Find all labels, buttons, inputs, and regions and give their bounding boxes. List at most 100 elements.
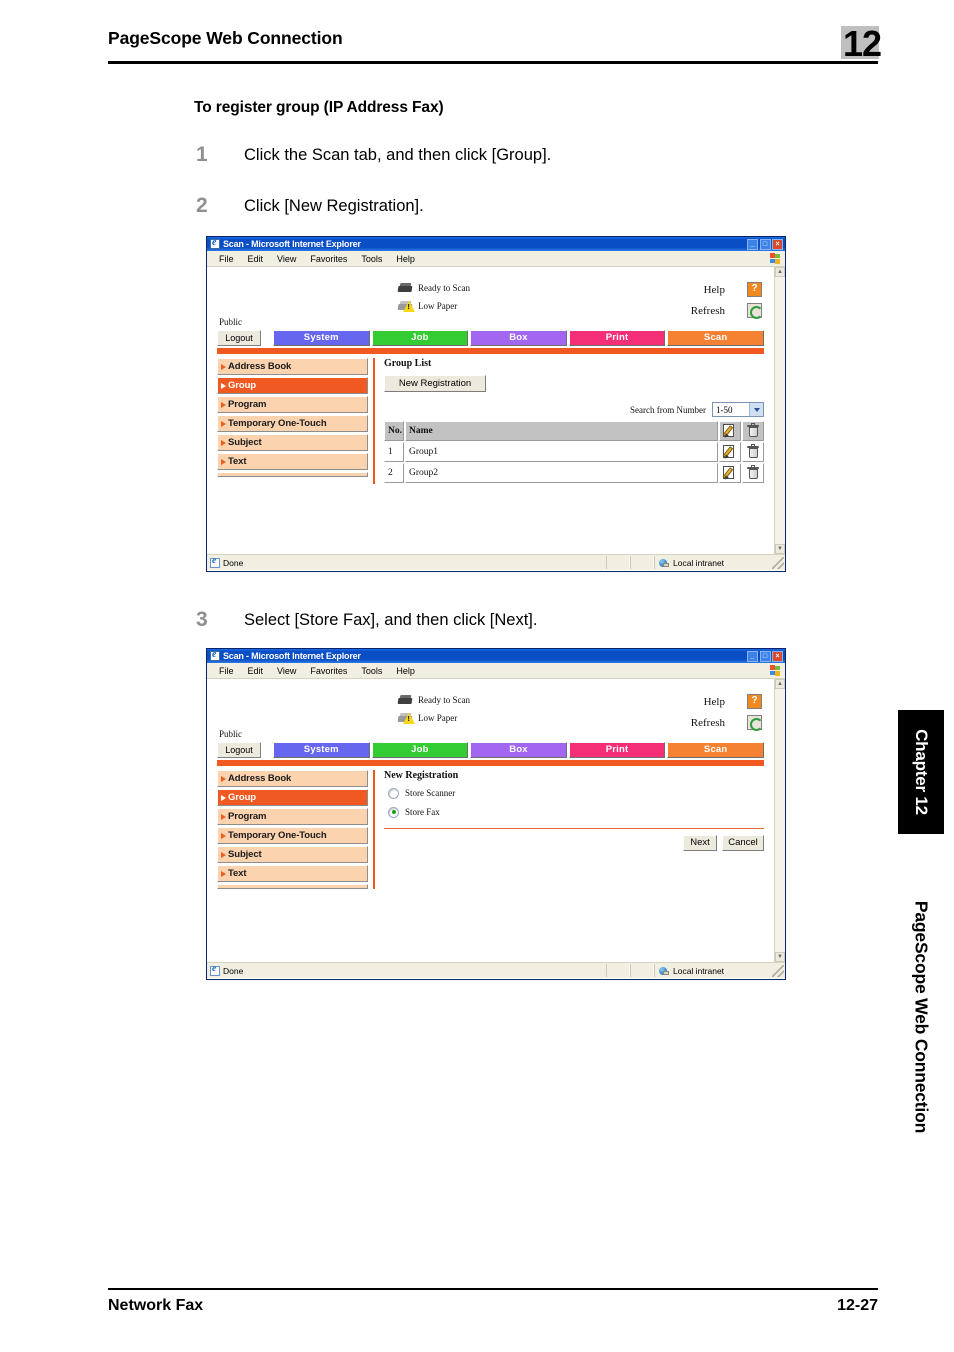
status-low-paper-label: Low Paper <box>418 713 458 723</box>
edit-pencil-icon <box>722 466 737 481</box>
security-zone: Local intranet <box>654 556 772 569</box>
menu-tools[interactable]: Tools <box>354 666 389 676</box>
menu-view[interactable]: View <box>270 254 303 264</box>
table-row[interactable]: 2 Group2 <box>384 463 764 483</box>
logout-button[interactable]: Logout <box>217 330 261 346</box>
sidebar-filler <box>217 884 368 889</box>
tab-bar: Logout System Job Box Print Scan <box>217 330 764 346</box>
tab-job[interactable]: Job <box>371 742 469 758</box>
sidebar-item-group[interactable]: Group <box>217 789 368 806</box>
sidebar-item-subject[interactable]: Subject <box>217 434 368 451</box>
vertical-scrollbar[interactable]: ▲ ▼ <box>774 679 785 962</box>
tab-job[interactable]: Job <box>371 330 469 346</box>
step-2-number: 2 <box>196 194 208 217</box>
scroll-down-arrow-icon[interactable]: ▼ <box>775 952 785 962</box>
menu-favorites[interactable]: Favorites <box>303 254 354 264</box>
device-status-block: Ready to Scan Low Paper <box>397 279 470 315</box>
menu-favorites[interactable]: Favorites <box>303 666 354 676</box>
help-label[interactable]: Help <box>704 284 725 296</box>
statusbar-pane <box>630 556 654 569</box>
refresh-icon[interactable] <box>747 715 763 731</box>
tab-box[interactable]: Box <box>470 742 567 758</box>
tab-system[interactable]: System <box>273 742 370 758</box>
row-delete-button[interactable] <box>742 463 764 483</box>
security-zone: Local intranet <box>654 964 772 977</box>
globe-icon <box>659 966 669 976</box>
resize-grip[interactable] <box>772 556 784 569</box>
delete-trash-icon <box>747 465 759 480</box>
refresh-icon[interactable] <box>747 303 763 319</box>
sidebar-nav: Address Book Group Program Temporary One… <box>217 358 375 484</box>
sidebar-item-label: Group <box>228 792 256 803</box>
menu-file[interactable]: File <box>212 254 241 264</box>
sidebar-item-address-book[interactable]: Address Book <box>217 358 368 375</box>
sidebar-item-text[interactable]: Text <box>217 453 368 470</box>
menu-help[interactable]: Help <box>389 254 422 264</box>
maximize-button[interactable]: □ <box>759 238 771 250</box>
menu-edit[interactable]: Edit <box>241 254 271 264</box>
tab-scan[interactable]: Scan <box>667 330 764 346</box>
cell-name: Group2 <box>405 463 718 483</box>
sidebar-item-group[interactable]: Group <box>217 377 368 394</box>
option-store-fax[interactable]: Store Fax <box>388 804 764 820</box>
bullet-arrow-icon <box>221 382 226 389</box>
tab-system[interactable]: System <box>273 330 370 346</box>
sidebar-item-subject[interactable]: Subject <box>217 846 368 863</box>
sidebar-item-address-book[interactable]: Address Book <box>217 770 368 787</box>
footer-page-number: 12-27 <box>837 1297 878 1314</box>
menu-tools[interactable]: Tools <box>354 254 389 264</box>
minimize-button[interactable]: _ <box>747 238 758 250</box>
row-edit-button[interactable] <box>719 442 741 462</box>
next-button[interactable]: Next <box>683 835 717 851</box>
row-delete-button[interactable] <box>742 442 764 462</box>
tab-print[interactable]: Print <box>568 742 666 758</box>
scroll-up-arrow-icon[interactable]: ▲ <box>775 267 785 277</box>
status-low-paper-label: Low Paper <box>418 301 458 311</box>
pagescope-app: Ready to Scan Low Paper Help Refresh <box>207 267 774 484</box>
menu-help[interactable]: Help <box>389 666 422 676</box>
statusbar: Done Local intranet <box>207 554 785 570</box>
table-row[interactable]: 1 Group1 <box>384 442 764 462</box>
radio-store-fax-icon[interactable] <box>388 806 399 818</box>
help-icon[interactable] <box>747 282 762 297</box>
refresh-label[interactable]: Refresh <box>691 305 725 317</box>
scroll-down-arrow-icon[interactable]: ▼ <box>775 544 785 554</box>
page-footer: Network Fax 12-27 <box>108 1288 878 1328</box>
tab-scan[interactable]: Scan <box>667 742 764 758</box>
menu-file[interactable]: File <box>212 666 241 676</box>
refresh-label[interactable]: Refresh <box>691 717 725 729</box>
header-name: Name <box>405 421 718 441</box>
sidebar-item-program[interactable]: Program <box>217 808 368 825</box>
vertical-scrollbar[interactable]: ▲ ▼ <box>774 267 785 554</box>
resize-grip[interactable] <box>772 964 784 977</box>
cancel-button[interactable]: Cancel <box>722 835 764 851</box>
footer-doc-name: Network Fax <box>108 1297 204 1314</box>
sidebar-filler <box>217 472 368 477</box>
sidebar-item-text[interactable]: Text <box>217 865 368 882</box>
search-range-select[interactable]: 1-50 <box>712 402 764 417</box>
minimize-button[interactable]: _ <box>747 650 758 662</box>
logout-button[interactable]: Logout <box>217 742 261 758</box>
close-button[interactable]: × <box>772 650 783 662</box>
refresh-row: Refresh <box>642 300 763 321</box>
radio-store-scanner-icon[interactable] <box>388 787 399 799</box>
help-label[interactable]: Help <box>704 696 725 708</box>
row-edit-button[interactable] <box>719 463 741 483</box>
menu-view[interactable]: View <box>270 666 303 676</box>
close-button[interactable]: × <box>772 238 783 250</box>
tab-box[interactable]: Box <box>470 330 567 346</box>
sidebar-item-temporary-one-touch[interactable]: Temporary One-Touch <box>217 415 368 432</box>
tab-print[interactable]: Print <box>568 330 666 346</box>
option-store-scanner[interactable]: Store Scanner <box>388 785 764 801</box>
sidebar-item-program[interactable]: Program <box>217 396 368 413</box>
help-icon[interactable] <box>747 694 762 709</box>
bullet-arrow-icon <box>221 813 226 820</box>
side-tab-book-label: PageScope Web Connection <box>911 900 932 1134</box>
scroll-up-arrow-icon[interactable]: ▲ <box>775 679 785 689</box>
accent-bar <box>217 348 764 354</box>
new-registration-button[interactable]: New Registration <box>384 375 486 392</box>
maximize-button[interactable]: □ <box>759 650 771 662</box>
security-zone-label: Local intranet <box>673 557 725 568</box>
menu-edit[interactable]: Edit <box>241 666 271 676</box>
sidebar-item-temporary-one-touch[interactable]: Temporary One-Touch <box>217 827 368 844</box>
